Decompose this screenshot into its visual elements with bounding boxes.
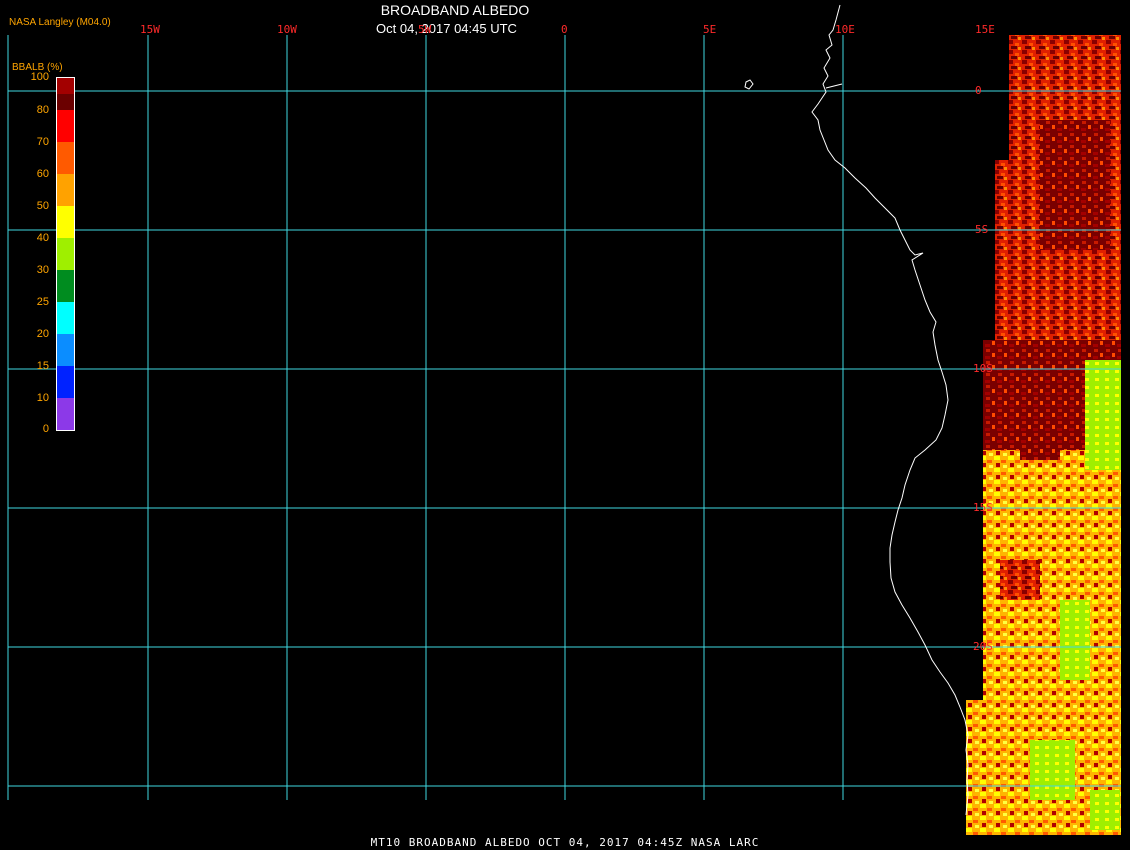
colorbar-tick: 30 [36, 264, 49, 276]
lat-lon-grid [7, 35, 1121, 800]
lon-label-5w: 5W [418, 23, 432, 36]
colorbar-tick: 100 [30, 71, 49, 83]
map-canvas [7, 4, 1121, 835]
lat-label-0: 0 [975, 84, 982, 97]
colorbar-tick: 0 [42, 423, 49, 435]
lat-label-10s: 10S [973, 362, 993, 375]
colorbar-tick: 20 [36, 328, 49, 340]
colorbar-tick: 80 [36, 104, 49, 116]
coastline [744, 4, 969, 816]
lon-label-0: 0 [561, 23, 568, 36]
colorbar-tick: 70 [36, 136, 49, 148]
colorbar-tick: 60 [36, 168, 49, 180]
colorbar-tick: 10 [36, 392, 49, 404]
colorbar [56, 77, 75, 431]
lon-label-5e: 5E [703, 23, 717, 36]
lat-label-5s: 5S [975, 223, 989, 236]
map-subtitle: Oct 04, 2017 04:45 UTC [376, 21, 517, 36]
colorbar-tick: 50 [36, 200, 49, 212]
lon-label-15w: 15W [140, 23, 160, 36]
lat-label-20s: 20S [973, 640, 993, 653]
lon-label-10e: 10E [835, 23, 855, 36]
lon-label-15e: 15E [975, 23, 995, 36]
lat-label-15s: 15S [973, 501, 993, 514]
colorbar-tick: 15 [36, 360, 49, 372]
colorbar-tick: 25 [36, 296, 49, 308]
footer-caption: MT10 BROADBAND ALBEDO OCT 04, 2017 04:45… [370, 836, 760, 849]
albedo-swath [966, 35, 1121, 835]
lon-label-10w: 10W [277, 23, 297, 36]
colorbar-tick: 40 [36, 232, 49, 244]
map-title: BROADBAND ALBEDO [380, 2, 530, 18]
